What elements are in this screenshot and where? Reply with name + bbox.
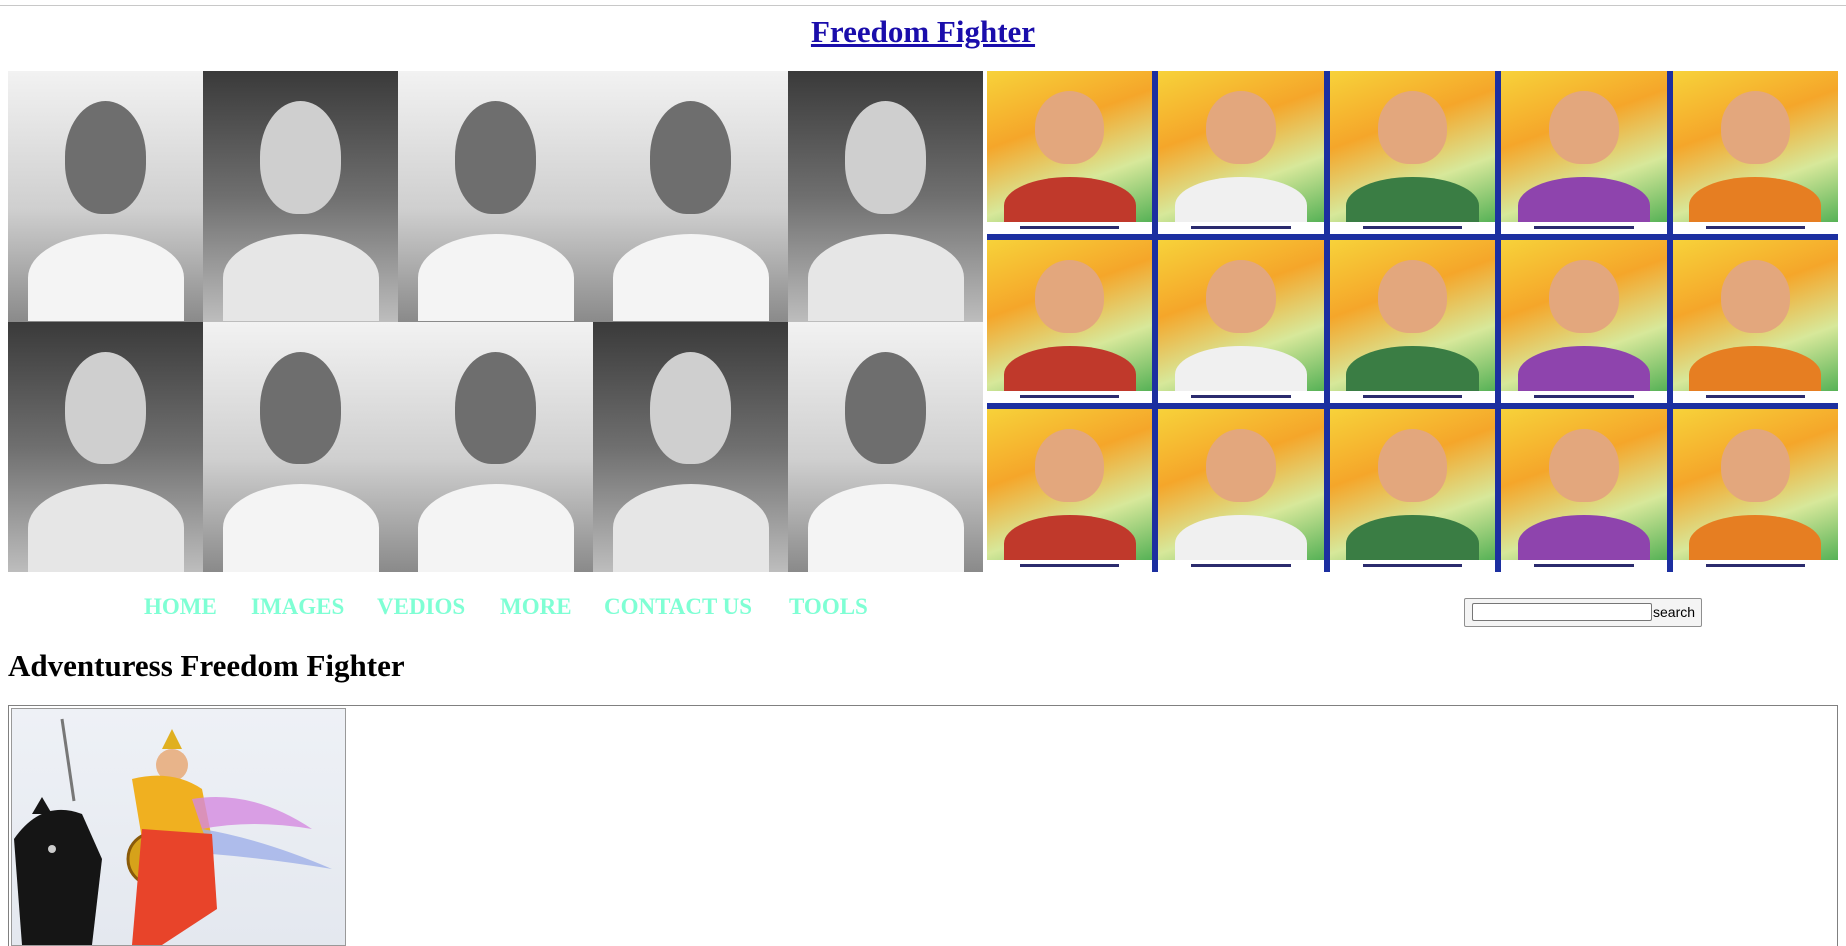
portrait: [1329, 409, 1496, 572]
portrait: [788, 321, 983, 572]
portrait: [398, 71, 593, 322]
banner-image-male-fighters: [8, 71, 983, 572]
portrait: [1158, 71, 1324, 234]
portrait: [1158, 409, 1324, 572]
portrait: [987, 240, 1153, 403]
nav-vedios[interactable]: VEDIOS: [377, 594, 465, 620]
warrior-on-horse-illustration: [14, 718, 332, 945]
portrait: [1329, 71, 1496, 234]
nav-home[interactable]: HOME: [144, 594, 217, 620]
portrait: [987, 71, 1153, 234]
portrait: [1158, 240, 1324, 403]
top-border: [0, 0, 1846, 6]
portrait: [203, 321, 398, 572]
nav-tools[interactable]: TOOLS: [789, 594, 868, 620]
search-button[interactable]: search: [1652, 603, 1696, 621]
portrait: [593, 321, 788, 572]
portrait: [8, 321, 203, 572]
feature-image-warrior-queen: [11, 708, 346, 946]
portrait: [1672, 71, 1838, 234]
portrait: [1329, 240, 1496, 403]
portrait: [987, 409, 1153, 572]
content-panel: [8, 705, 1838, 946]
portrait: [1672, 409, 1838, 572]
portrait: [8, 71, 203, 322]
search-input[interactable]: [1472, 603, 1652, 621]
banner-image-female-fighters: [987, 71, 1838, 572]
portrait: [398, 321, 593, 572]
nav-more[interactable]: MORE: [500, 594, 572, 620]
portrait: [593, 71, 788, 322]
portrait: [1501, 409, 1667, 572]
nav-images[interactable]: IMAGES: [251, 594, 344, 620]
portrait: [788, 71, 983, 322]
nav-contact-us[interactable]: CONTACT US: [604, 594, 752, 620]
search-form: search: [1464, 598, 1702, 627]
portrait: [1501, 240, 1667, 403]
portrait: [203, 71, 398, 322]
portrait: [1672, 240, 1838, 403]
section-heading: Adventuress Freedom Fighter: [8, 648, 405, 683]
page-title-link[interactable]: Freedom Fighter: [0, 14, 1846, 50]
portrait: [1501, 71, 1667, 234]
